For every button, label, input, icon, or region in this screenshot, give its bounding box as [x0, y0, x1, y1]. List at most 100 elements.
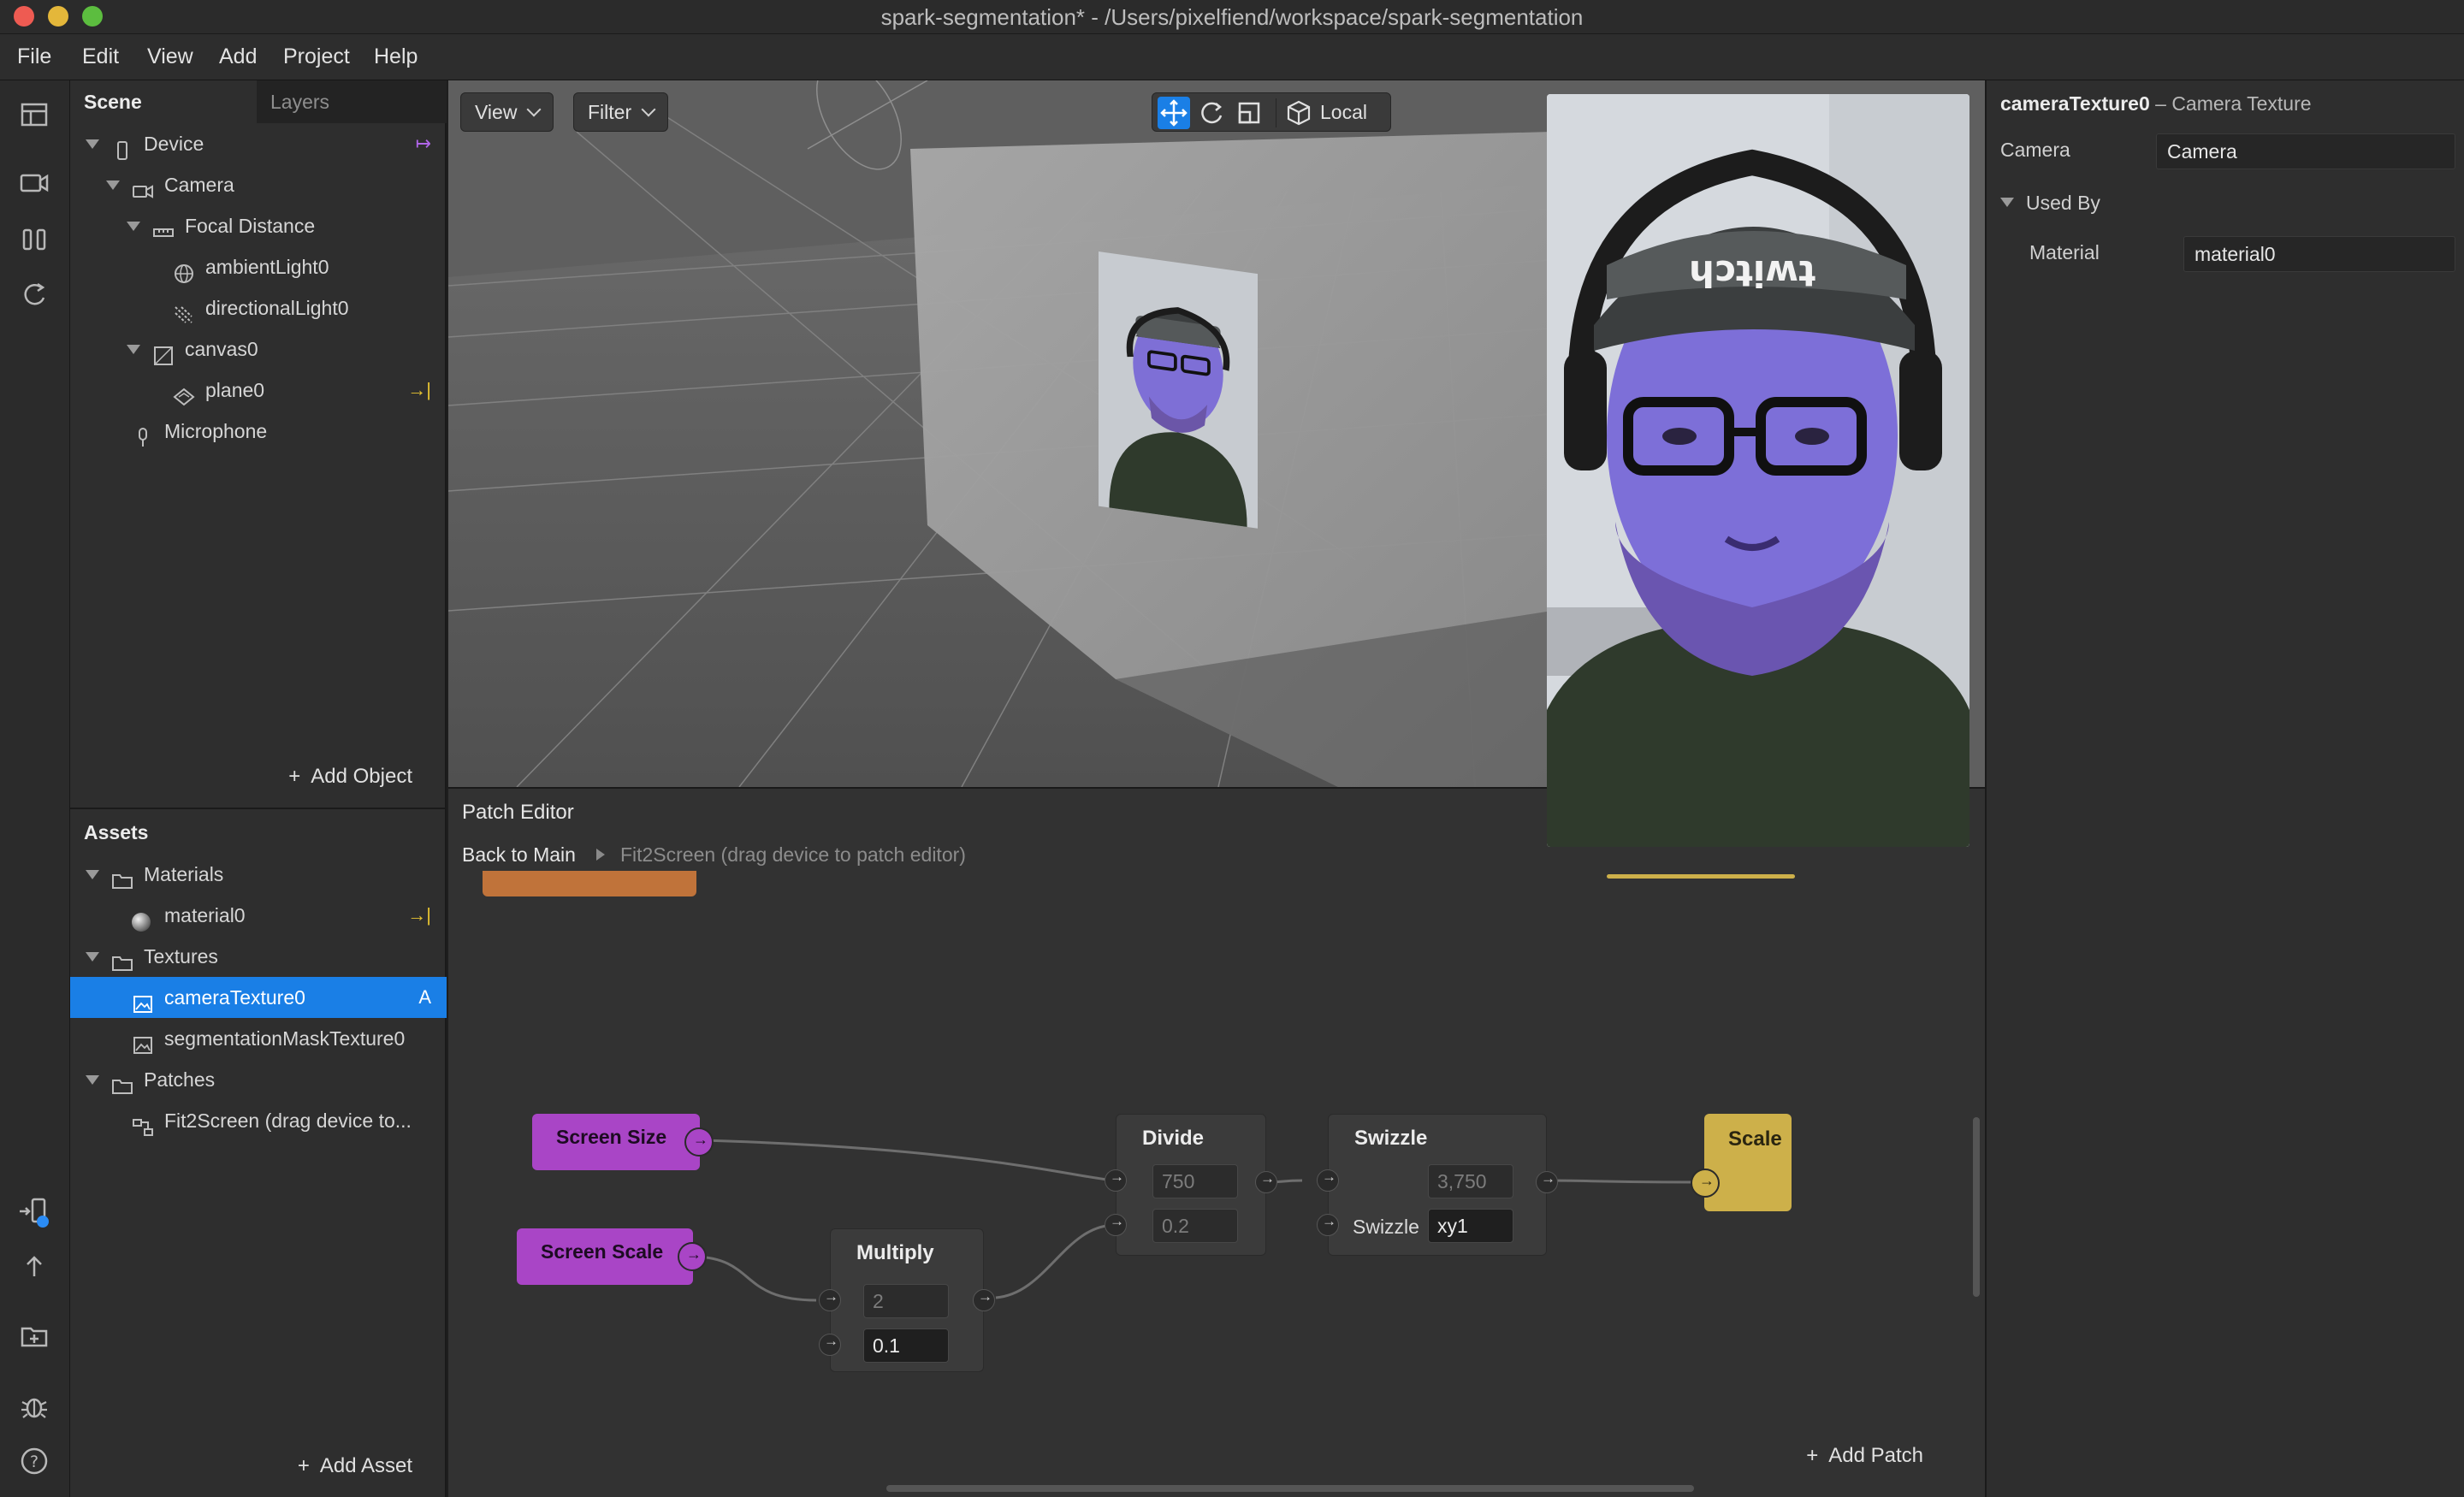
preview-device-icon[interactable] [17, 1194, 51, 1228]
output-port[interactable] [1255, 1170, 1277, 1193]
patch-link-icon[interactable]: ↦ [416, 123, 431, 164]
scale-tool-icon[interactable] [1233, 97, 1265, 129]
multiply-input-1[interactable]: 2 [863, 1284, 949, 1318]
library-icon[interactable] [17, 1319, 51, 1353]
material-sphere-icon [130, 905, 152, 932]
cube-icon[interactable] [1282, 97, 1315, 129]
tree-row-fit2screen[interactable]: Fit2Screen (drag device to... [70, 1100, 447, 1141]
menu-file[interactable]: File [17, 44, 51, 69]
tab-layers[interactable]: Layers [257, 80, 447, 123]
scale-patch[interactable]: Scale → [1691, 1114, 1792, 1211]
view-dropdown[interactable]: View [460, 92, 554, 132]
tree-row-camera-texture[interactable]: cameraTexture0 A [70, 977, 447, 1018]
tree-row-materials[interactable]: Materials [70, 854, 447, 895]
vertical-scrollbar[interactable] [1973, 1117, 1980, 1297]
plane-icon [173, 380, 195, 406]
tree-label: segmentationMaskTexture0 [164, 1027, 406, 1050]
input-port[interactable] [819, 1333, 841, 1356]
tree-row-plane[interactable]: plane0 →| [70, 370, 447, 411]
inspector-panel: cameraTexture0 – Camera Texture Camera C… [1985, 80, 2464, 1497]
tree-row-camera[interactable]: Camera [70, 164, 447, 205]
input-port[interactable] [1105, 1169, 1127, 1192]
multiply-patch[interactable]: Multiply 2 0.1 [819, 1228, 995, 1372]
tree-row-material0[interactable]: material0 →| [70, 895, 447, 936]
help-icon[interactable]: ? [17, 1444, 51, 1478]
swizzle-param-field[interactable]: xy1 [1428, 1209, 1513, 1243]
collapse-triangle-icon[interactable] [127, 222, 140, 231]
device-icon [111, 133, 133, 160]
partial-patch-node[interactable] [1607, 874, 1795, 879]
input-port[interactable] [1317, 1169, 1339, 1192]
horizontal-scrollbar[interactable] [886, 1485, 1694, 1492]
tree-label: Patches [144, 1068, 216, 1091]
refresh-icon[interactable] [17, 277, 51, 311]
bug-report-icon[interactable] [17, 1389, 51, 1423]
screen-scale-patch[interactable]: Screen Scale → [517, 1228, 707, 1285]
screen-size-patch[interactable]: Screen Size → [532, 1114, 714, 1170]
output-port[interactable]: → [684, 1127, 714, 1157]
camera-feed-image: twitch [1547, 94, 1969, 847]
collapse-triangle-icon[interactable] [86, 870, 99, 879]
inspector-header: cameraTexture0 – Camera Texture [2000, 92, 2312, 115]
menu-project[interactable]: Project [283, 44, 350, 69]
collapse-triangle-icon[interactable] [127, 345, 140, 354]
tree-row-directional-light[interactable]: directionalLight0 [70, 287, 447, 328]
input-port[interactable] [819, 1288, 841, 1311]
rotate-tool-icon[interactable] [1195, 97, 1228, 129]
multiply-input-2[interactable]: 0.1 [863, 1328, 949, 1363]
tree-row-patches[interactable]: Patches [70, 1059, 447, 1100]
tree-row-canvas[interactable]: canvas0 [70, 328, 447, 370]
add-asset-button[interactable]: + Add Asset [298, 1454, 412, 1478]
move-tool-icon[interactable] [1158, 97, 1190, 129]
swizzle-input-1[interactable]: 3,750 [1428, 1164, 1513, 1198]
view-dropdown-label: View [475, 101, 518, 123]
output-port[interactable] [1536, 1170, 1558, 1193]
patch-connect-icon[interactable]: →| [407, 895, 431, 936]
assets-title: Assets [84, 821, 149, 843]
local-space-toggle[interactable]: Local [1320, 93, 1367, 131]
collapse-triangle-icon[interactable] [86, 139, 99, 149]
tree-row-device[interactable]: Device ↦ [70, 123, 447, 164]
title-bar: spark-segmentation* - /Users/pixelfiend/… [0, 0, 2464, 34]
swizzle-patch[interactable]: Swizzle 3,750 Swizzle xy1 [1317, 1114, 1558, 1256]
material-property-field[interactable]: material0 [2183, 236, 2455, 272]
tab-scene[interactable]: Scene [70, 80, 257, 123]
upload-icon[interactable] [17, 1249, 51, 1283]
menu-add[interactable]: Add [219, 44, 257, 69]
input-port[interactable]: → [1691, 1169, 1720, 1198]
tree-row-segmentation-mask[interactable]: segmentationMaskTexture0 [70, 1018, 447, 1059]
patch-editor[interactable]: Patch Editor Back to Main Fit2Screen (dra… [448, 787, 1985, 1497]
simulator-icon[interactable] [17, 222, 51, 257]
tree-row-focal-distance[interactable]: Focal Distance [70, 205, 447, 246]
patch-connect-icon[interactable]: →| [407, 370, 431, 411]
camera-preview[interactable]: twitch [1547, 94, 1969, 847]
divide-input-2[interactable]: 0.2 [1152, 1209, 1238, 1243]
tree-label: Textures [144, 945, 218, 967]
chevron-down-icon [526, 102, 542, 117]
menu-help[interactable]: Help [374, 44, 418, 69]
add-object-button[interactable]: + Add Object [288, 765, 412, 789]
collapse-triangle-icon[interactable] [86, 952, 99, 962]
layout-icon[interactable] [17, 98, 51, 132]
camera-property-field[interactable]: Camera [2156, 133, 2455, 169]
tree-label: material0 [164, 904, 246, 926]
video-camera-icon[interactable] [17, 166, 51, 200]
tree-row-ambient-light[interactable]: ambientLight0 [70, 246, 447, 287]
divide-input-1[interactable]: 750 [1152, 1164, 1238, 1198]
menu-view[interactable]: View [147, 44, 193, 69]
collapse-triangle-icon[interactable] [86, 1075, 99, 1085]
tree-row-textures[interactable]: Textures [70, 936, 447, 977]
partial-patch-node[interactable] [483, 871, 696, 896]
menu-edit[interactable]: Edit [82, 44, 119, 69]
divide-patch[interactable]: Divide 750 0.2 [1105, 1114, 1277, 1256]
input-port[interactable] [1317, 1213, 1339, 1236]
output-port[interactable] [973, 1288, 995, 1311]
expand-triangle-icon[interactable] [2000, 198, 2014, 207]
filter-dropdown[interactable]: Filter [573, 92, 669, 132]
input-port[interactable] [1105, 1213, 1127, 1236]
tree-row-microphone[interactable]: Microphone [70, 411, 447, 452]
used-by-section[interactable]: Used By [2000, 192, 2100, 215]
collapse-triangle-icon[interactable] [106, 180, 120, 190]
add-patch-button[interactable]: + Add Patch [1806, 1444, 1923, 1468]
output-port[interactable]: → [678, 1242, 707, 1271]
